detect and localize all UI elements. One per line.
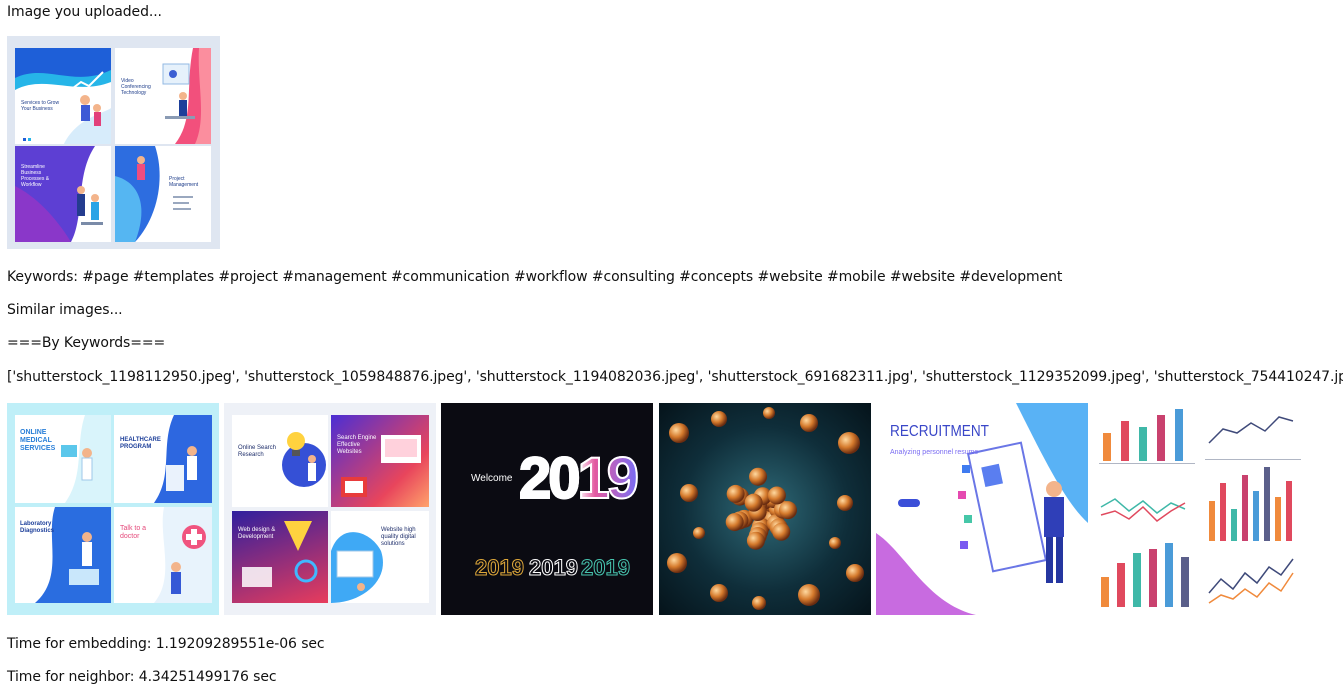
cell-sphere xyxy=(798,584,820,606)
cluster-cell xyxy=(778,501,797,520)
uploaded-image: Services to Grow Your Business Video Con… xyxy=(7,36,220,249)
by-keywords-heading: ===By Keywords=== xyxy=(7,335,166,351)
year-2019-large: 2019 xyxy=(518,445,640,512)
similar-image-infographics[interactable] xyxy=(1093,403,1305,615)
uploaded-panel-video: Video Conferencing Technology xyxy=(115,48,211,144)
infographic-bar xyxy=(1103,433,1111,461)
webdesign-tile-text: Web design & Development xyxy=(238,527,276,540)
cell-sphere xyxy=(693,527,705,539)
cell-sphere xyxy=(711,411,727,427)
year-2019-gold: 2019 xyxy=(475,555,525,581)
cell-sphere xyxy=(680,484,698,502)
infographic-bar xyxy=(1275,497,1281,541)
infographic-bar xyxy=(1165,543,1173,607)
similar-image-2019[interactable]: Welcome 2019 2019 2019 2019 xyxy=(441,403,653,615)
infographic-bar xyxy=(1175,409,1183,461)
infographic-bar xyxy=(1253,491,1259,541)
uploaded-panel-text: Project Management xyxy=(169,176,199,188)
cluster-cell xyxy=(726,484,745,503)
cell-sphere xyxy=(669,423,689,443)
medical-tile-text: HEALTHCARE PROGRAM xyxy=(120,437,161,450)
uploaded-panel-workflow: Streamline Business Processes & Workflow xyxy=(15,146,111,242)
similar-image-medical[interactable]: ONLINE MEDICAL SERVICES HEALTHCARE PROGR… xyxy=(7,403,219,615)
similar-image-webdesign[interactable]: Online Search Research Search Engine Eff… xyxy=(224,403,436,615)
webdesign-tile-text: Online Search Research xyxy=(238,445,277,458)
medical-tile-text: Talk to a doctor xyxy=(120,525,147,540)
keywords-line: Keywords: #page #templates #project #man… xyxy=(7,269,1063,285)
webdesign-tile: Search Engine Effective Websites xyxy=(331,415,429,507)
infographic-axis xyxy=(1099,463,1195,464)
medical-tile: HEALTHCARE PROGRAM xyxy=(114,415,212,503)
infographic-bar xyxy=(1220,483,1226,541)
cluster-cell xyxy=(744,493,763,512)
infographic-bar xyxy=(1101,577,1109,607)
infographic-bar xyxy=(1286,481,1292,541)
uploaded-panel-text: Services to Grow Your Business xyxy=(21,100,60,112)
infographic-bar xyxy=(1139,427,1147,461)
webdesign-tile: Website high quality digital solutions xyxy=(331,511,429,603)
similar-heading: Similar images... xyxy=(7,302,123,318)
uploaded-panel-text: Streamline Business Processes & Workflow xyxy=(21,164,50,188)
uploaded-heading: Image you uploaded... xyxy=(7,4,162,20)
cluster-cell xyxy=(725,513,744,532)
infographic-bar xyxy=(1209,501,1215,541)
year-2019-teal: 2019 xyxy=(581,555,631,581)
webdesign-tile-text: Website high quality digital solutions xyxy=(381,527,416,547)
similar-image-cells[interactable] xyxy=(659,403,871,615)
infographic-axis xyxy=(1205,459,1301,460)
cluster-cell xyxy=(749,467,768,486)
business-illustration xyxy=(15,48,111,144)
medical-tile-text: Laboratory Diagnostics xyxy=(20,521,55,534)
medical-tile: Laboratory Diagnostics xyxy=(15,507,111,603)
workflow-illustration xyxy=(15,146,103,242)
cluster-cell xyxy=(767,486,786,505)
recruitment-title: RECRUITMENT xyxy=(890,423,989,440)
infographic-bar xyxy=(1117,563,1125,607)
similar-images-strip: ONLINE MEDICAL SERVICES HEALTHCARE PROGR… xyxy=(7,403,1307,615)
cluster-cell xyxy=(746,531,765,550)
medical-tile-text: ONLINE MEDICAL SERVICES xyxy=(20,429,56,452)
infographic-bar xyxy=(1242,475,1248,541)
uploaded-panel-project: Project Management xyxy=(115,146,211,242)
result-file-list: ['shutterstock_1198112950.jpeg', 'shutte… xyxy=(7,369,1343,385)
time-neighbor: Time for neighbor: 4.34251499176 sec xyxy=(7,669,277,685)
infographic-line xyxy=(1100,502,1186,522)
cell-sphere xyxy=(846,564,864,582)
cell-sphere xyxy=(667,553,687,573)
webdesign-tile-text: Search Engine Effective Websites xyxy=(337,435,377,455)
welcome-text: Welcome xyxy=(471,473,513,484)
year-2019-white: 2019 xyxy=(529,555,579,581)
infographic-bar xyxy=(1264,467,1270,541)
cell-cluster-illustration xyxy=(667,407,864,610)
cell-sphere xyxy=(752,596,766,610)
infographic-bar xyxy=(1181,557,1189,607)
infographic-bar xyxy=(1149,549,1157,607)
infographic-line xyxy=(1208,416,1294,444)
similar-image-recruitment[interactable]: RECRUITMENT Analyzing personnel resume xyxy=(876,403,1088,615)
project-illustration xyxy=(115,146,193,242)
cell-sphere xyxy=(710,584,728,602)
infographic-charts xyxy=(1099,409,1301,607)
cell-sphere xyxy=(829,537,841,549)
video-illustration xyxy=(162,48,211,144)
webdesign-tile: Web design & Development xyxy=(232,511,328,603)
uploaded-panel-business: Services to Grow Your Business xyxy=(15,48,111,144)
webdesign-tile: Online Search Research xyxy=(232,415,328,507)
recruitment-subtitle: Analyzing personnel resume xyxy=(890,449,979,456)
infographic-bar xyxy=(1231,509,1237,541)
infographic-bar xyxy=(1157,415,1165,461)
infographic-bar xyxy=(1133,553,1141,607)
uploaded-panel-text: Video Conferencing Technology xyxy=(121,78,151,96)
cell-sphere xyxy=(837,495,853,511)
cell-sphere xyxy=(763,407,775,419)
infographic-line xyxy=(1208,558,1294,594)
cell-sphere xyxy=(800,414,818,432)
time-embedding: Time for embedding: 1.19209289551e-06 se… xyxy=(7,636,325,652)
cell-sphere xyxy=(838,432,860,454)
medical-tile: Talk to a doctor xyxy=(114,507,212,603)
medical-tile: ONLINE MEDICAL SERVICES xyxy=(15,415,111,503)
infographic-bar xyxy=(1121,421,1129,461)
cluster-cell xyxy=(772,522,791,541)
